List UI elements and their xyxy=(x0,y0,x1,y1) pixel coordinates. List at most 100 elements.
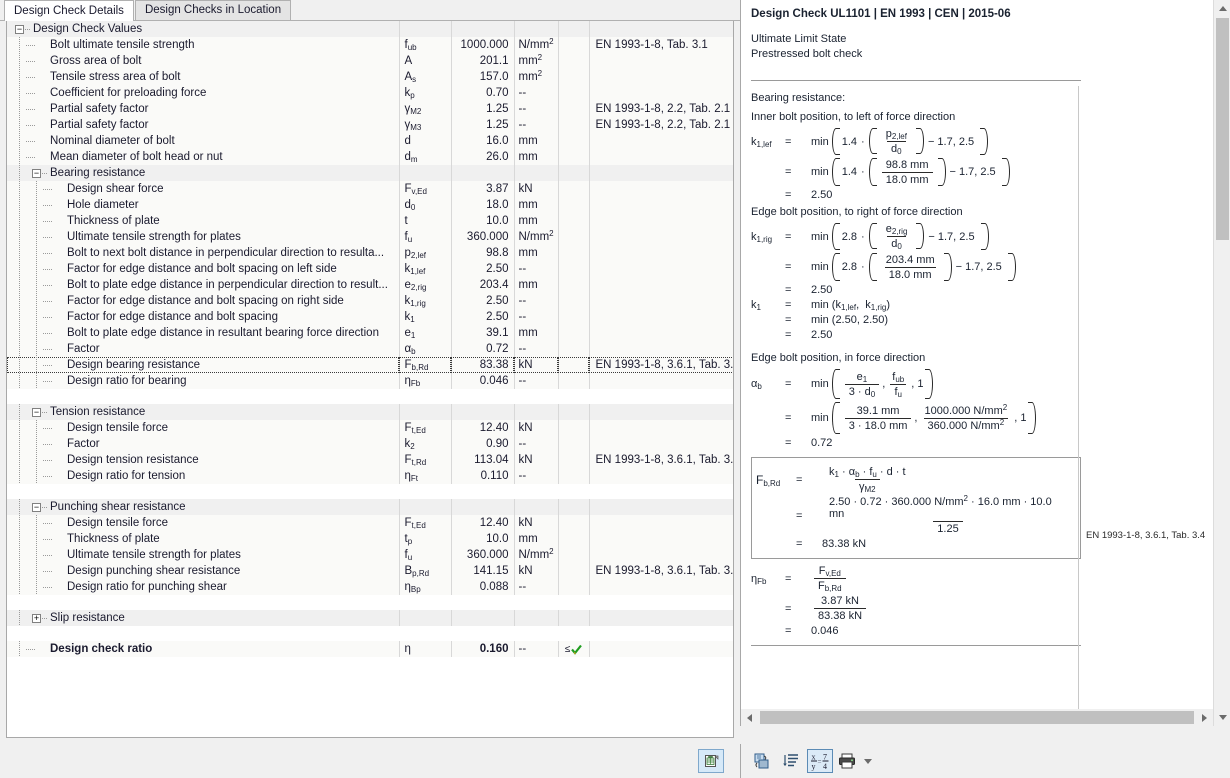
row-label-cell[interactable]: Thickness of plate xyxy=(7,213,399,229)
row-label-cell[interactable]: Design ratio for tension xyxy=(7,468,399,484)
row-label-cell[interactable]: Design tension resistance xyxy=(7,452,399,468)
row-value: 1.25 xyxy=(450,117,514,133)
export-to-spreadsheet-button[interactable] xyxy=(698,749,724,773)
table-row[interactable]: Factor αb 0.72 -- xyxy=(7,341,733,357)
table-row[interactable]: Design punching shear resistance Bp,Rd 141… xyxy=(7,563,733,579)
row-label-cell[interactable]: Design punching shear resistance xyxy=(7,563,399,579)
row-label-cell[interactable]: Design tensile force xyxy=(7,420,399,436)
table-row[interactable]: Design ratio for tension ηFt 0.110 -- xyxy=(7,468,733,484)
export-report-button[interactable] xyxy=(749,749,775,773)
row-label: Factor xyxy=(67,343,100,355)
row-label-cell[interactable]: Design tensile force xyxy=(7,515,399,531)
tree-group-row[interactable]: − Design Check Values xyxy=(7,21,733,37)
row-label-cell[interactable]: Gross area of bolt xyxy=(7,53,399,69)
collapse-toggle[interactable]: − xyxy=(15,25,24,34)
tree-scroll-area[interactable]: − Design Check Values Bolt ultimate tensil… xyxy=(7,21,733,737)
row-label-cell[interactable]: Bolt to plate edge distance in perpendic… xyxy=(7,277,399,293)
row-label-cell[interactable]: Factor xyxy=(7,436,399,452)
table-row[interactable]: Nominal diameter of bolt d 16.0 mm xyxy=(7,133,733,149)
scrollbar-thumb[interactable] xyxy=(1216,18,1229,240)
table-row[interactable]: Bolt to plate edge distance in resultant… xyxy=(7,325,733,341)
table-row[interactable]: Factor for edge distance and bolt spacin… xyxy=(7,261,733,277)
scroll-left-arrow-icon[interactable] xyxy=(741,709,758,726)
formula-document-viewport[interactable]: Design Check UL1101 | EN 1993 | CEN | 20… xyxy=(740,0,1230,726)
tab-design-check-details[interactable]: Design Check Details xyxy=(4,0,134,21)
document-horizontal-scrollbar[interactable] xyxy=(741,709,1213,726)
print-dropdown-button[interactable] xyxy=(861,749,875,773)
row-label-cell[interactable]: Design shear force xyxy=(7,181,399,197)
expand-toggle[interactable]: + xyxy=(32,614,41,623)
table-row[interactable]: Design ratio for bearing ηFb 0.046 -- xyxy=(7,373,733,389)
table-row[interactable]: Ultimate tensile strength for plates fu 36… xyxy=(7,547,733,563)
collapse-toggle[interactable]: − xyxy=(32,169,41,178)
document-vertical-scrollbar[interactable] xyxy=(1213,0,1230,726)
row-label-cell[interactable]: Factor for edge distance and bolt spacin… xyxy=(7,261,399,277)
table-row[interactable]: Mean diameter of bolt head or nut dm 26.0 m… xyxy=(7,149,733,165)
collapse-toggle[interactable]: − xyxy=(32,408,41,417)
table-row[interactable]: Coefficient for preloading force kp 0.70 -- xyxy=(7,85,733,101)
row-label-cell[interactable]: Bolt to plate edge distance in resultant… xyxy=(7,325,399,341)
table-row[interactable]: Design ratio for punching shear ηBp 0.088-… xyxy=(7,579,733,595)
table-row[interactable]: Factor k2 0.90 -- xyxy=(7,436,733,452)
table-row[interactable]: Factor for edge distance and bolt spacin… xyxy=(7,293,733,309)
row-label-cell[interactable]: Factor for edge distance and bolt spacin… xyxy=(7,293,399,309)
print-button[interactable] xyxy=(836,749,858,773)
table-row[interactable]: Design check ratio η 0.160 -- ≤ xyxy=(7,641,733,657)
row-label-cell[interactable]: Factor for edge distance and bolt spacin… xyxy=(7,309,399,325)
row-label-cell[interactable]: Bolt ultimate tensile strength xyxy=(7,37,399,53)
table-row[interactable]: Design shear force Fv,Ed 3.87 kN xyxy=(7,181,733,197)
row-label-cell[interactable]: Ultimate tensile strength for plates xyxy=(7,229,399,245)
table-row[interactable]: Ultimate tensile strength for plates fu 36… xyxy=(7,229,733,245)
row-label-cell[interactable]: Design bearing resistance xyxy=(7,357,399,373)
row-label-cell[interactable]: − Tension resistance xyxy=(7,404,399,420)
row-label-cell[interactable]: Factor xyxy=(7,341,399,357)
list-settings-button[interactable] xyxy=(778,749,804,773)
row-label-cell[interactable]: Partial safety factor xyxy=(7,101,399,117)
row-label-cell[interactable]: + Slip resistance xyxy=(7,610,399,626)
table-row[interactable]: Partial safety factor γM2 1.25 -- EN 1993-1-… xyxy=(7,101,733,117)
row-label-cell[interactable]: Design check ratio xyxy=(7,641,399,657)
design-check-values-tree[interactable]: − Design Check Values Bolt ultimate tensil… xyxy=(6,21,734,738)
table-row[interactable]: Tensile stress area of bolt As 157.0 mm2 xyxy=(7,69,733,85)
row-label-cell[interactable]: Design ratio for bearing xyxy=(7,373,399,389)
row-label-cell[interactable]: Coefficient for preloading force xyxy=(7,85,399,101)
row-label-cell[interactable]: − Punching shear resistance xyxy=(7,499,399,515)
tab-design-checks-in-location[interactable]: Design Checks in Location xyxy=(134,0,292,20)
row-label-cell[interactable]: Ultimate tensile strength for plates xyxy=(7,547,399,563)
table-row[interactable]: Design tensile force Ft,Ed 12.40 kN xyxy=(7,420,733,436)
table-row[interactable]: Thickness of plate tp 10.0 mm xyxy=(7,531,733,547)
table-row[interactable]: Design tensile force Ft,Ed 12.40 kN xyxy=(7,515,733,531)
table-row[interactable]: Bolt ultimate tensile strength fub 1000.00… xyxy=(7,37,733,53)
scroll-right-arrow-icon[interactable] xyxy=(1196,709,1213,726)
table-row[interactable]: Design tension resistance Ft,Rd 113.04 kN EN… xyxy=(7,452,733,468)
row-label-cell[interactable]: − Design Check Values xyxy=(7,21,399,37)
scroll-down-arrow-icon[interactable] xyxy=(1214,709,1230,726)
row-label-cell[interactable]: Partial safety factor xyxy=(7,117,399,133)
tree-group-row[interactable]: − Bearing resistance xyxy=(7,165,733,181)
row-label-cell[interactable]: Mean diameter of bolt head or nut xyxy=(7,149,399,165)
table-row[interactable]: Design bearing resistance Fb,Rd 83.38 kN EN … xyxy=(7,357,733,373)
table-row[interactable]: Partial safety factor γM3 1.25 -- EN 1993-1-… xyxy=(7,117,733,133)
row-label-cell[interactable]: Hole diameter xyxy=(7,197,399,213)
scroll-up-arrow-icon[interactable] xyxy=(1214,0,1230,17)
table-row[interactable]: Bolt to plate edge distance in perpendic… xyxy=(7,277,733,293)
row-label-cell[interactable]: Thickness of plate xyxy=(7,531,399,547)
table-row[interactable]: Hole diameter d0 18.0 mm xyxy=(7,197,733,213)
show-formulas-button[interactable]: x y = 7 4 xyxy=(807,749,833,773)
row-label: Ultimate tensile strength for plates xyxy=(67,231,241,243)
tree-group-row[interactable]: − Punching shear resistance xyxy=(7,499,733,515)
tree-group-row[interactable]: + Slip resistance xyxy=(7,610,733,626)
collapse-toggle[interactable]: − xyxy=(32,503,41,512)
tree-group-row[interactable]: − Tension resistance xyxy=(7,404,733,420)
table-row[interactable]: Thickness of plate t 10.0 mm xyxy=(7,213,733,229)
row-label-cell[interactable]: Nominal diameter of bolt xyxy=(7,133,399,149)
row-label-cell[interactable]: Tensile stress area of bolt xyxy=(7,69,399,85)
table-row[interactable]: Bolt to next bolt distance in perpendicu… xyxy=(7,245,733,261)
table-row[interactable]: Factor for edge distance and bolt spacin… xyxy=(7,309,733,325)
table-row[interactable]: Gross area of bolt A 201.1 mm2 xyxy=(7,53,733,69)
row-unit: N/mm2 xyxy=(513,229,558,245)
row-label-cell[interactable]: Design ratio for punching shear xyxy=(7,579,399,595)
row-label-cell[interactable]: − Bearing resistance xyxy=(7,165,399,181)
scrollbar-thumb[interactable] xyxy=(760,711,1194,724)
row-label-cell[interactable]: Bolt to next bolt distance in perpendicu… xyxy=(7,245,399,261)
